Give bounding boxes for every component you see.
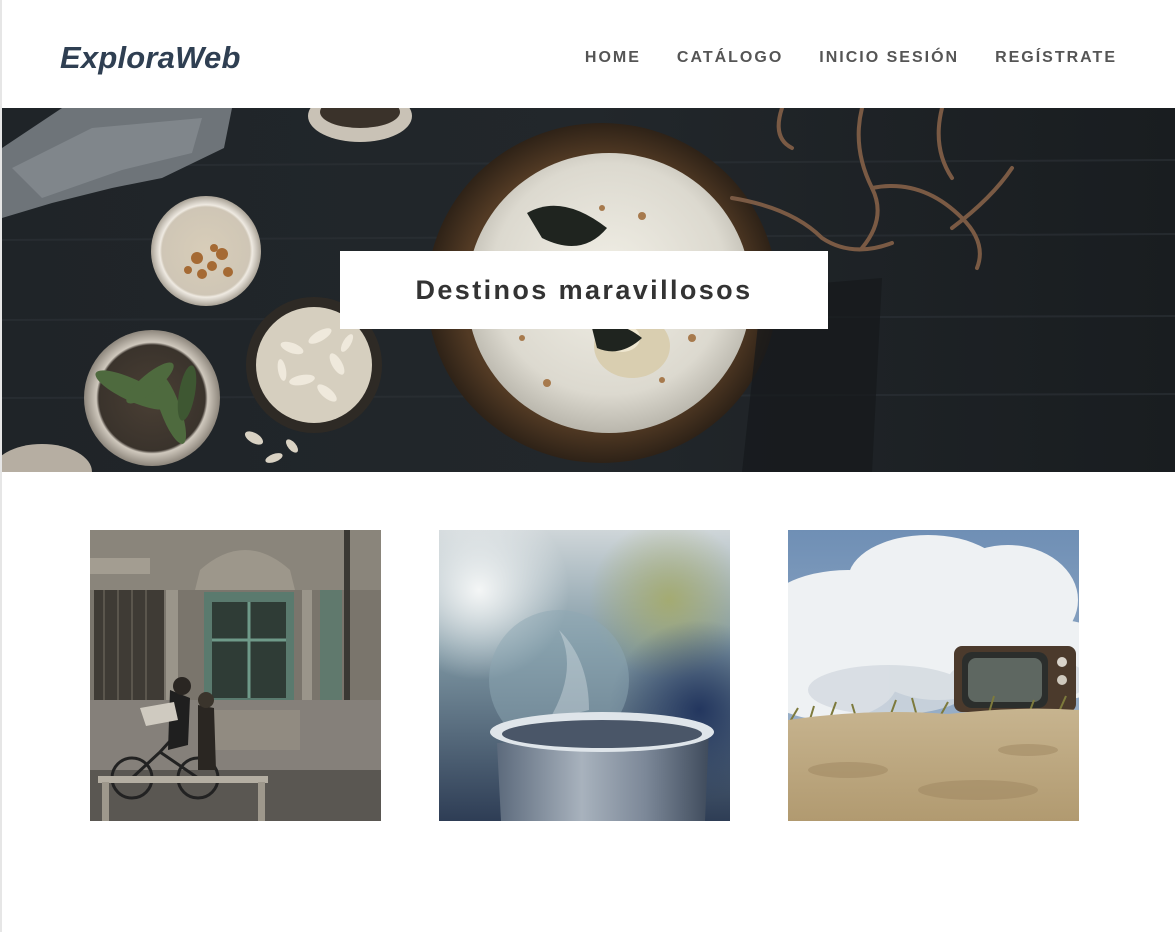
gallery-image-building-cyclist[interactable]: [90, 530, 381, 821]
nav-home[interactable]: HOME: [585, 48, 641, 68]
site-header: ExploraWeb HOME CATÁLOGO INICIO SESIÓN R…: [2, 0, 1175, 108]
hero-title-box: Destinos maravillosos: [340, 251, 828, 329]
nav-inicio-sesion[interactable]: INICIO SESIÓN: [819, 48, 959, 68]
building-cyclist-image: [90, 530, 381, 821]
nav-registrate[interactable]: REGÍSTRATE: [995, 48, 1117, 68]
steaming-cup-image: [439, 530, 730, 821]
page: ExploraWeb HOME CATÁLOGO INICIO SESIÓN R…: [0, 0, 1175, 932]
gallery-image-steaming-cup[interactable]: [439, 530, 730, 821]
hero-banner: Destinos maravillosos: [2, 108, 1175, 472]
hero-title: Destinos maravillosos: [415, 274, 753, 305]
main-nav: HOME CATÁLOGO INICIO SESIÓN REGÍSTRATE: [585, 48, 1117, 68]
site-logo[interactable]: ExploraWeb: [60, 38, 241, 78]
image-gallery: [2, 530, 1175, 822]
tv-on-sand-image: [788, 530, 1079, 821]
gallery-image-tv-on-sand[interactable]: [788, 530, 1079, 821]
nav-catalogo[interactable]: CATÁLOGO: [677, 48, 783, 68]
